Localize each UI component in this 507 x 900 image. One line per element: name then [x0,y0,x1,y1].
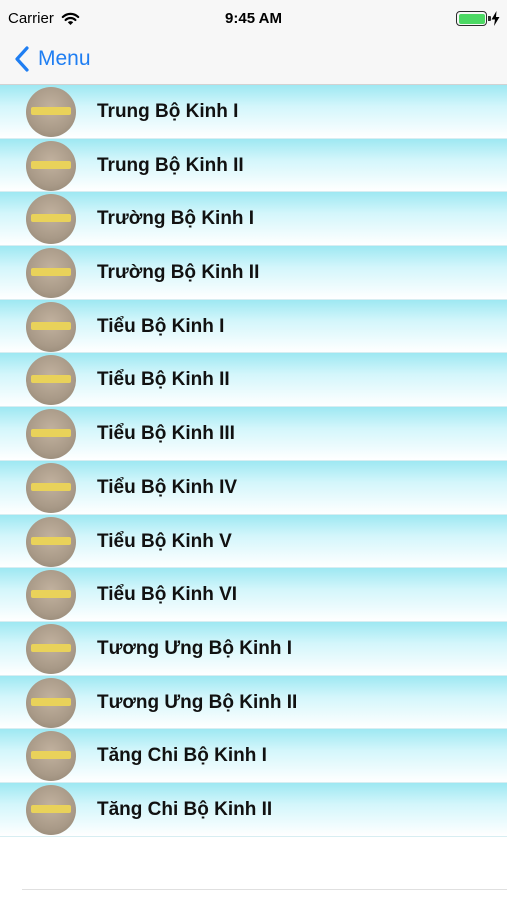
avatar-logo-band [31,268,71,277]
avatar [26,355,76,406]
avatar [26,301,76,352]
list-item-label: Trường Bộ Kinh II [97,262,260,284]
list-item-label: Tiểu Bộ Kinh VI [97,584,238,606]
avatar-logo-band [31,536,71,545]
avatar-logo-band [31,804,71,813]
chevron-left-icon [15,46,29,72]
list-item-label: Tăng Chi Bộ Kinh I [97,745,267,767]
list-item[interactable]: Tăng Chi Bộ Kinh I [0,729,507,783]
status-bar: Carrier 9:45 AM [0,0,507,38]
list-item-label: Trung Bộ Kinh I [97,101,239,122]
list-item[interactable]: Tiểu Bộ Kinh VI [0,568,507,622]
list-item[interactable]: Tiểu Bộ Kinh IV [0,460,507,515]
list-item-label: Tiểu Bộ Kinh II [97,369,230,391]
avatar [26,140,76,191]
list-item-label: Tiểu Bộ Kinh I [97,315,225,337]
avatar-logo-band [31,429,71,438]
sutra-list: Trung Bộ Kinh I Trung Bộ Kinh II Trường Bộ… [0,85,507,837]
list-item[interactable]: Trung Bộ Kinh I [0,85,507,139]
list-item[interactable]: Tiểu Bộ Kinh V [0,514,507,569]
list-item[interactable]: Tiểu Bộ Kinh I [0,299,507,354]
bottom-separator [22,889,507,890]
list-item-label: Tiểu Bộ Kinh V [97,530,232,552]
list-item[interactable]: Tiểu Bộ Kinh II [0,353,507,408]
list-item[interactable]: Tiểu Bộ Kinh III [0,407,507,461]
avatar [26,248,76,299]
list-item[interactable]: Trường Bộ Kinh I [0,192,507,247]
avatar [26,784,76,835]
avatar-logo-band [31,214,71,223]
avatar-logo-band [31,482,71,491]
avatar-logo-band [31,590,71,599]
list-item[interactable]: Trung Bộ Kinh II [0,138,507,193]
avatar-logo-band [31,643,71,652]
list-item[interactable]: Tương Ưng Bộ Kinh I [0,621,507,676]
avatar [26,623,76,674]
navigation-bar: Menu [0,38,507,85]
avatar [26,516,76,567]
list-item-label: Trường Bộ Kinh I [97,208,255,230]
avatar [26,87,76,137]
list-item-label: Tương Ưng Bộ Kinh I [97,637,292,659]
charging-bolt-icon [491,11,500,26]
avatar [26,462,76,513]
avatar-logo-band [31,697,71,706]
back-label: Menu [38,47,91,70]
list-item-label: Tiểu Bộ Kinh III [97,423,235,445]
list-item-label: Tương Ưng Bộ Kinh II [97,691,298,713]
list-item[interactable]: Tương Ưng Bộ Kinh II [0,675,507,730]
clock: 9:45 AM [225,10,282,27]
list-item-label: Tiểu Bộ Kinh IV [97,476,238,498]
avatar-logo-band [31,751,71,760]
avatar [26,194,76,245]
avatar [26,409,76,460]
avatar [26,570,76,621]
list-item[interactable]: Tăng Chi Bộ Kinh II [0,782,507,837]
avatar-logo-band [31,321,71,330]
avatar [26,731,76,782]
avatar [26,677,76,728]
list-item[interactable]: Trường Bộ Kinh II [0,246,507,300]
list-item-label: Trung Bộ Kinh II [97,154,244,176]
battery-level [458,13,485,24]
avatar-logo-band [31,375,71,384]
back-button[interactable]: Menu [14,44,91,74]
list-item-label: Tăng Chi Bộ Kinh II [97,798,273,820]
avatar-logo-band [31,160,71,169]
battery-icon [456,11,491,26]
avatar-logo-band [31,107,71,115]
